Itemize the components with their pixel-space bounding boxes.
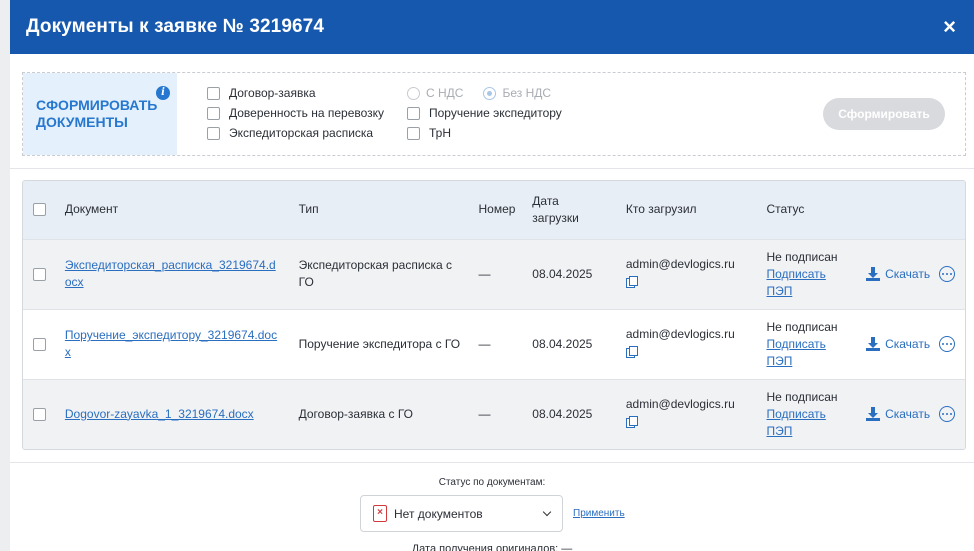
- column-uploaded-by: Кто загрузил: [625, 202, 697, 217]
- column-type: Тип: [298, 202, 319, 217]
- generate-button[interactable]: Сформировать: [823, 98, 945, 130]
- more-options-icon[interactable]: [939, 266, 956, 282]
- originals-date-label: Дата получения оригиналов: —: [411, 543, 573, 551]
- modal-title: Документы к заявке № 3219674: [26, 16, 325, 37]
- checkbox[interactable]: [207, 106, 220, 120]
- upload-date: 08.04.2025: [532, 406, 593, 421]
- upload-date: 08.04.2025: [532, 266, 593, 281]
- checkbox-trn[interactable]: ТрН: [407, 123, 607, 143]
- info-icon[interactable]: i: [156, 86, 170, 100]
- row-checkbox[interactable]: [33, 337, 46, 351]
- background-page: [0, 0, 10, 551]
- sign-pep-link[interactable]: Подписать ПЭП: [766, 336, 836, 370]
- download-icon[interactable]: [866, 267, 881, 281]
- modal-header: Документы к заявке № 3219674 ×: [10, 0, 974, 54]
- download-link[interactable]: Скачать: [885, 336, 930, 353]
- radio-without-vat[interactable]: [483, 86, 497, 100]
- divider: [10, 168, 974, 169]
- generate-title-box: СФОРМИРОВАТЬ ДОКУМЕНТЫ i: [23, 73, 177, 155]
- uploaded-by: admin@devlogics.ru: [625, 257, 735, 271]
- download-link[interactable]: Скачать: [885, 266, 930, 283]
- checkbox-group-2: С НДС Без НДС Поручение экспедитору ТрН: [407, 73, 607, 155]
- checkbox-doverennost[interactable]: Доверенность на перевозку: [207, 103, 407, 123]
- copy-icon[interactable]: [625, 416, 638, 429]
- download-icon[interactable]: [866, 337, 881, 351]
- checkbox-label: Поручение экспедитору: [429, 106, 562, 120]
- column-date-label: Дата загрузки: [532, 193, 579, 225]
- checkbox-label: Договор-заявка: [229, 86, 316, 100]
- checkbox-group-1: Договор-заявка Доверенность на перевозку…: [207, 73, 407, 155]
- table-row: Поручение_экспедитору_3219674.docx Поруч…: [23, 309, 965, 379]
- table-row: Экспедиторская_расписка_3219674.docx Экс…: [23, 239, 965, 309]
- uploaded-by: admin@devlogics.ru: [625, 327, 735, 341]
- status-text: Не подписан: [766, 319, 838, 334]
- close-icon[interactable]: ×: [943, 16, 956, 38]
- sign-pep-link[interactable]: Подписать ПЭП: [766, 266, 836, 300]
- vat-radio-group: С НДС Без НДС: [407, 83, 607, 103]
- column-date: Дата загрузки: [532, 181, 626, 239]
- copy-icon[interactable]: [625, 346, 638, 358]
- uploaded-by: admin@devlogics.ru: [625, 397, 735, 412]
- status-label: Статус по документам:: [438, 477, 546, 488]
- radio-label: С НДС: [426, 86, 464, 100]
- column-actions: [866, 181, 965, 239]
- radio-label: Без НДС: [502, 86, 552, 100]
- checkbox-ekspeditorskaya-raspiska[interactable]: Экспедиторская расписка: [207, 123, 407, 143]
- status-text: Не подписан: [766, 249, 838, 264]
- document-link[interactable]: Экспедиторская_расписка_3219674.docx: [65, 257, 280, 291]
- column-status: Статус: [766, 202, 805, 217]
- column-document: Документ: [64, 202, 119, 217]
- download-icon[interactable]: [866, 407, 881, 422]
- checkbox-dogovor-zayavka[interactable]: Договор-заявка: [207, 83, 407, 103]
- documents-table: Документ Тип Номер Дата загрузки Кто заг…: [22, 180, 966, 450]
- checkbox[interactable]: [407, 126, 420, 140]
- row-checkbox[interactable]: [33, 407, 46, 421]
- chevron-down-icon: [542, 507, 552, 517]
- documents-status-footer: Статус по документам: × Нет документов П…: [10, 462, 974, 551]
- checkbox-label: ТрН: [429, 126, 451, 140]
- document-link[interactable]: Поручение_экспедитору_3219674.docx: [65, 327, 280, 361]
- document-link[interactable]: Dogovor-zayavka_1_3219674.docx: [65, 406, 280, 423]
- table-header-row: Документ Тип Номер Дата загрузки Кто заг…: [23, 181, 965, 239]
- apply-link[interactable]: Применить: [573, 508, 625, 519]
- table-row: Dogovor-zayavka_1_3219674.docx Договор-з…: [23, 379, 965, 449]
- document-number: —: [478, 266, 491, 281]
- checkbox[interactable]: [407, 106, 420, 120]
- status-select-value: Нет документов: [394, 506, 483, 521]
- sign-pep-link[interactable]: Подписать ПЭП: [766, 406, 836, 440]
- radio-with-vat[interactable]: [407, 86, 420, 100]
- checkbox-label: Доверенность на перевозку: [229, 106, 385, 120]
- generate-title: СФОРМИРОВАТЬ ДОКУМЕНТЫ: [36, 97, 158, 130]
- document-type: Поручение экспедитора с ГО: [298, 336, 461, 351]
- document-type: Договор-заявка с ГО: [298, 406, 413, 421]
- column-number: Номер: [478, 202, 516, 217]
- checkbox-poruchenie[interactable]: Поручение экспедитору: [407, 103, 607, 123]
- row-checkbox[interactable]: [33, 267, 46, 281]
- document-type: Экспедиторская расписка с ГО: [298, 258, 453, 289]
- more-options-icon[interactable]: [939, 336, 956, 352]
- more-options-icon[interactable]: [939, 406, 956, 423]
- upload-date: 08.04.2025: [532, 336, 593, 351]
- copy-icon[interactable]: [625, 276, 638, 288]
- status-text: Не подписан: [766, 389, 838, 404]
- status-select[interactable]: × Нет документов: [360, 495, 563, 532]
- generate-documents-panel: СФОРМИРОВАТЬ ДОКУМЕНТЫ i Договор-заявка …: [22, 72, 966, 156]
- documents-modal: Документы к заявке № 3219674 × СФОРМИРОВ…: [10, 0, 974, 551]
- select-all-checkbox[interactable]: [33, 203, 46, 217]
- checkbox[interactable]: [207, 126, 220, 140]
- checkbox-label: Экспедиторская расписка: [229, 126, 374, 140]
- document-number: —: [478, 406, 491, 421]
- file-x-icon: ×: [373, 505, 387, 522]
- document-number: —: [478, 336, 491, 351]
- checkbox[interactable]: [207, 86, 220, 100]
- download-link[interactable]: Скачать: [885, 406, 930, 423]
